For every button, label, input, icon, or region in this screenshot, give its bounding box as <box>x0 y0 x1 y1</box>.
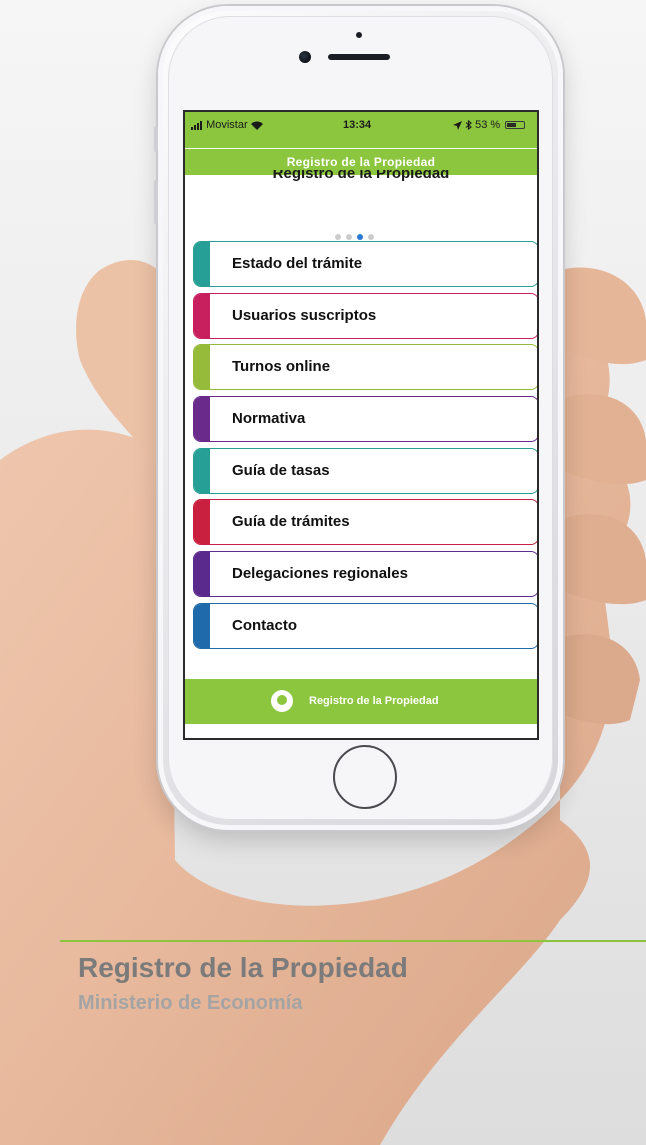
status-bar: Movistar 13:34 53 % <box>185 112 537 148</box>
branding-divider <box>60 940 646 942</box>
main-menu: Estado del trámite Usuarios suscriptos Tur… <box>193 241 537 655</box>
wifi-icon <box>250 121 263 130</box>
pager-dot[interactable] <box>346 234 352 240</box>
menu-item-label: Turnos online <box>232 358 331 376</box>
phone-screen: Movistar 13:34 53 % Registro de la Propi… <box>183 110 539 740</box>
brand-subtitle: Ministerio de Economía <box>78 992 303 1014</box>
page-heading-text: Registro de la Propiedad <box>272 170 450 182</box>
carrier-indicator: Movistar <box>191 118 263 132</box>
page-indicator[interactable] <box>335 227 379 240</box>
menu-item[interactable]: Usuarios suscriptos <box>193 292 537 339</box>
menu-item[interactable]: Turnos online <box>193 344 537 391</box>
battery-icon <box>505 121 525 129</box>
brand-title: Registro de la Propiedad <box>78 952 408 983</box>
menu-item-color-tab <box>194 397 210 442</box>
battery-percentage: 53 % <box>453 118 500 132</box>
signal-icon <box>191 120 202 130</box>
earpiece-speaker <box>328 54 390 60</box>
status-time: 13:34 <box>343 119 372 131</box>
battery-pct-text: 53 % <box>475 119 501 131</box>
menu-item-color-tab <box>194 552 210 597</box>
menu-item[interactable]: Contacto <box>193 602 537 649</box>
menu-item-color-tab <box>194 500 210 545</box>
footer-bar: Registro de la Propiedad <box>185 679 537 724</box>
menu-item-color-tab <box>194 448 210 493</box>
menu-item[interactable]: Guía de trámites <box>193 499 537 546</box>
menu-item-color-tab <box>194 603 210 648</box>
volume-button <box>154 126 158 152</box>
front-camera <box>299 51 311 63</box>
footer-text: Registro de la Propiedad <box>309 695 439 707</box>
menu-item[interactable]: Normativa <box>193 396 537 443</box>
menu-item-label: Guía de trámites <box>232 513 350 531</box>
menu-item-label: Guía de tasas <box>232 461 330 479</box>
menu-item-label: Contacto <box>232 616 297 634</box>
menu-item-color-tab <box>194 242 210 286</box>
menu-item[interactable]: Estado del trámite <box>193 241 537 287</box>
page-heading: Registro de la Propiedad <box>185 170 537 190</box>
menu-item-color-tab <box>194 345 210 390</box>
menu-item-label: Estado del trámite <box>232 255 363 272</box>
menu-item-label: Normativa <box>232 410 306 428</box>
location-icon <box>453 120 462 130</box>
bluetooth-icon <box>465 120 472 131</box>
menu-item-color-tab <box>194 293 210 338</box>
menu-item-label: Delegaciones regionales <box>232 565 408 583</box>
menu-item[interactable]: Delegaciones regionales <box>193 551 537 598</box>
home-button[interactable] <box>333 745 397 809</box>
pager-dot[interactable] <box>368 234 374 240</box>
registro-logo-icon <box>271 690 293 712</box>
menu-item[interactable]: Guía de tasas <box>193 447 537 494</box>
proximity-sensor <box>356 32 362 38</box>
pager-dot[interactable] <box>335 234 341 240</box>
menu-item-label: Usuarios suscriptos <box>232 306 377 324</box>
carrier-name: Movistar <box>206 119 248 131</box>
pager-dot[interactable] <box>357 234 363 240</box>
volume-button <box>154 180 158 224</box>
